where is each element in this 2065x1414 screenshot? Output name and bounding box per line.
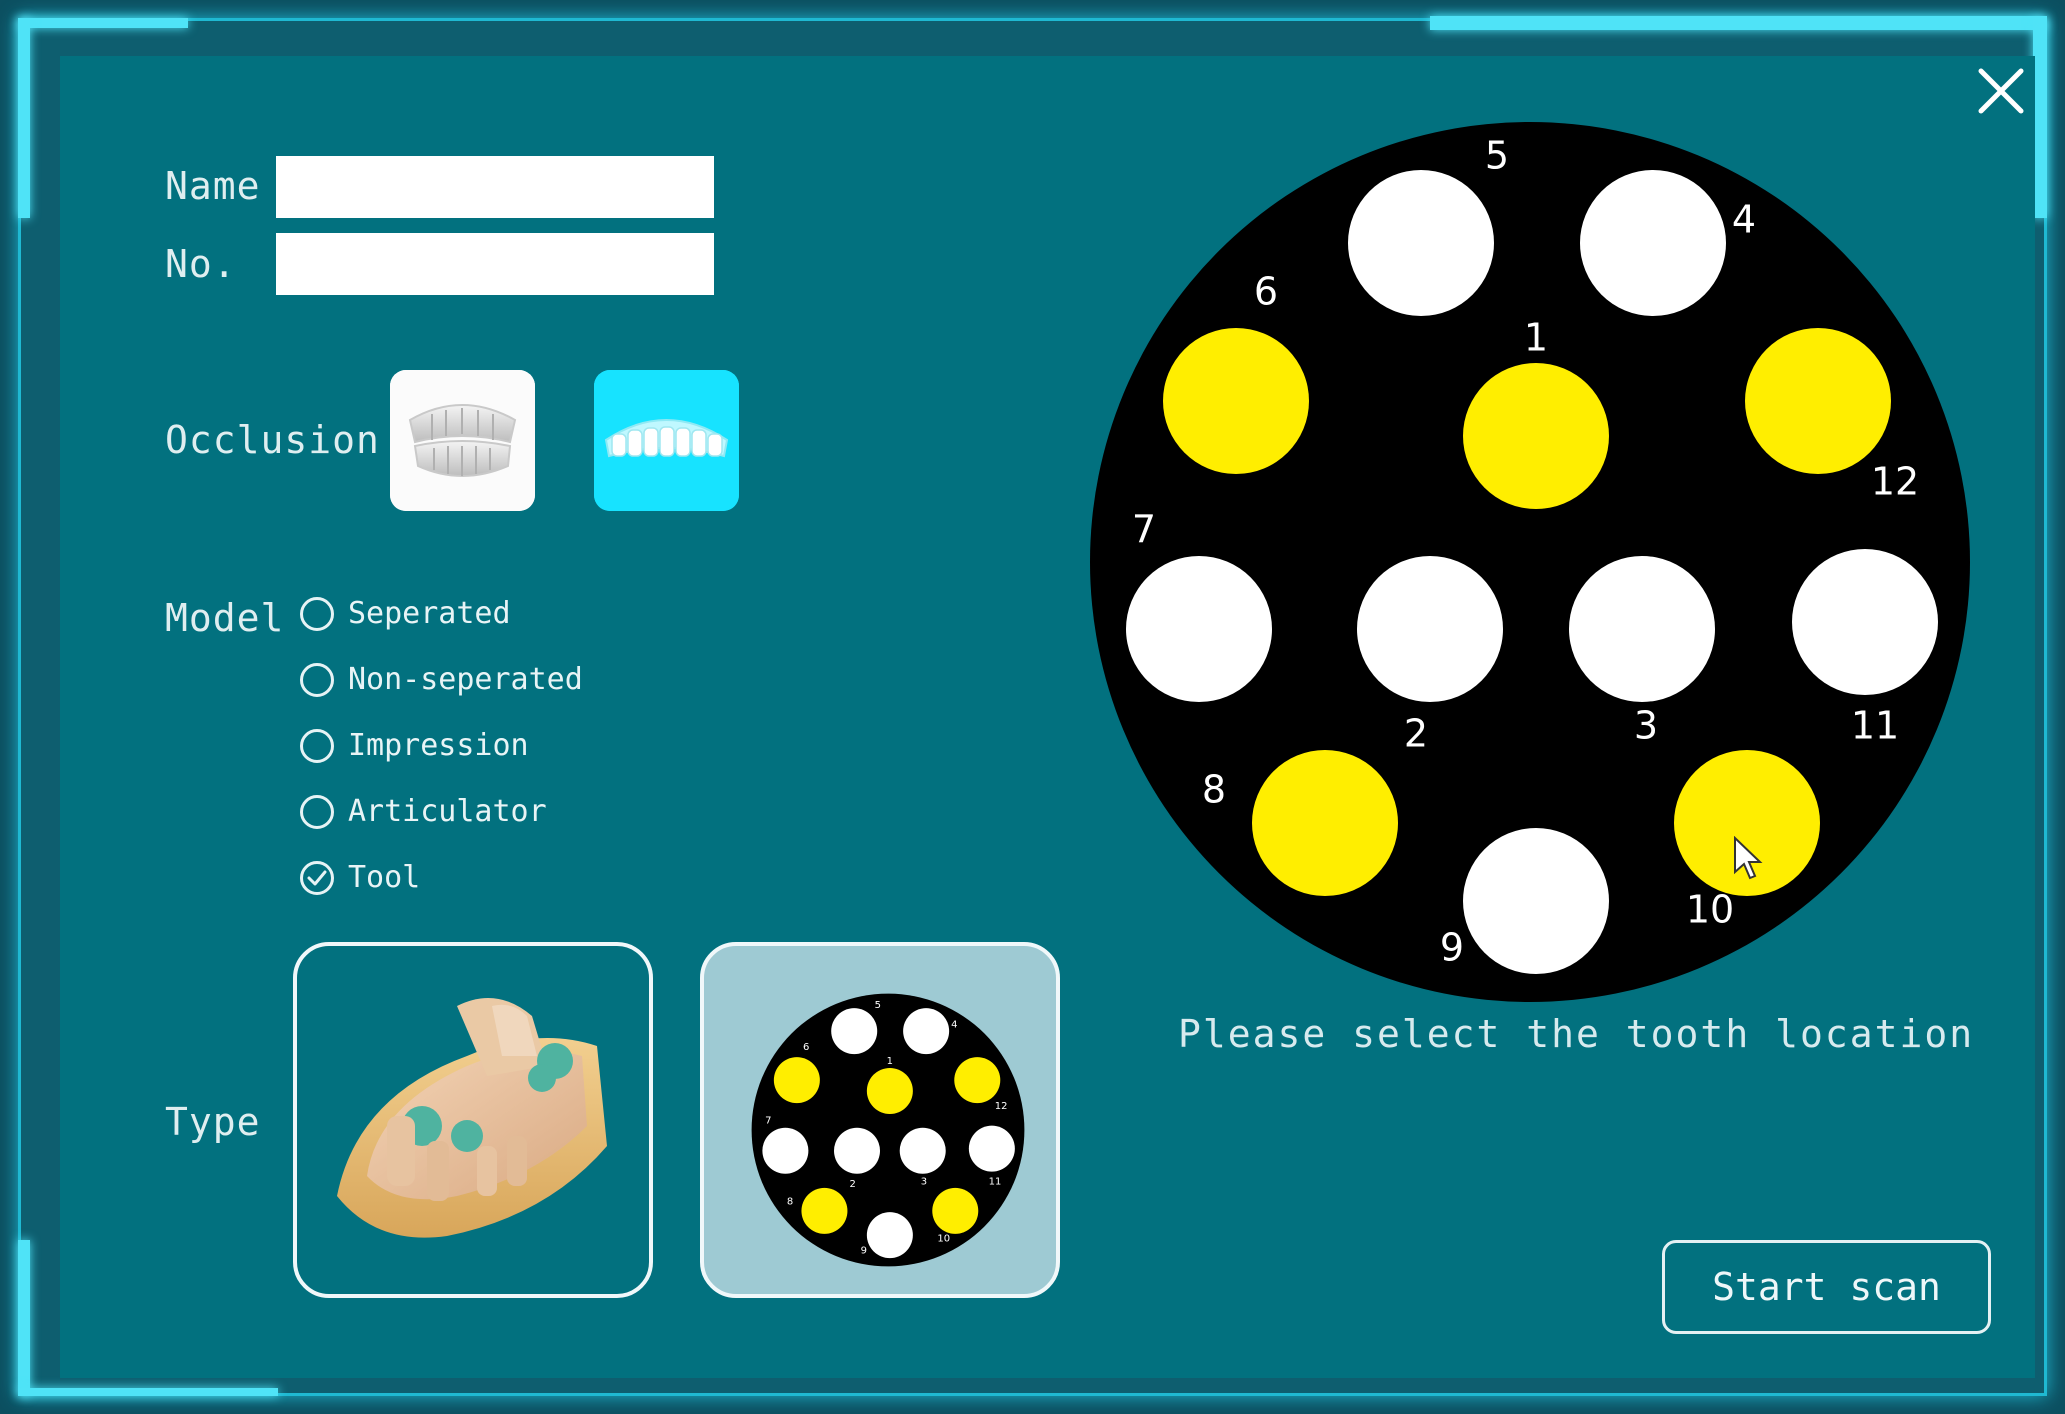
tooth-slot-1[interactable] [1463,363,1609,509]
tooth-slot-label-11: 11 [1851,704,1899,748]
tooth-slot-label-7: 7 [1132,508,1156,552]
tooth-slot-3[interactable] [1569,556,1715,702]
mini-slot-10 [932,1187,979,1234]
mini-slot-1 [866,1067,913,1114]
mini-slot-9 [866,1212,913,1259]
model-option-impression[interactable]: Impression [300,728,529,763]
frame-corner-decoration [1430,16,2047,30]
mini-slot-label-7: 7 [765,1116,771,1127]
model-option-label: Non-seperated [348,662,583,697]
tooth-slot-7[interactable] [1126,556,1272,702]
mini-slot-label-2: 2 [849,1179,855,1190]
model-option-articulator[interactable]: Articulator [300,794,547,829]
occlusion-upper-arch-button[interactable] [594,370,739,511]
mini-slot-12 [954,1057,1001,1104]
mini-slot-label-10: 10 [937,1234,950,1245]
mini-slot-label-6: 6 [803,1042,809,1053]
tooth-location-plate: 12 3456789101112 [1090,122,1970,1002]
number-input[interactable] [276,233,714,295]
tooth-slot-5[interactable] [1348,170,1494,316]
radio-checked-icon[interactable] [300,860,334,895]
mini-slot-label-4: 4 [951,1020,957,1031]
tooth-slot-label-5: 5 [1485,134,1509,178]
name-label: Name [165,164,261,208]
name-input[interactable] [276,156,714,218]
radio-unchecked-icon[interactable] [300,794,334,829]
frame-corner-decoration [18,18,30,218]
model-option-label: Tool [348,860,421,895]
mini-slot-label-8: 8 [787,1196,793,1207]
tooth-slot-label-2: 2 [1404,712,1428,756]
close-icon [1978,68,2024,114]
mini-slot-label-3: 3 [921,1176,927,1187]
tooth-slot-label-1: 1 [1524,316,1548,360]
frame-corner-decoration [18,1388,278,1396]
close-button[interactable] [1975,65,2027,117]
tooth-plate-icon: 12 3456789101112 [751,993,1025,1267]
mouse-cursor-icon [1734,836,1763,880]
model-option-label: Impression [348,728,529,763]
mini-slot-label-5: 5 [875,1000,881,1011]
frame-corner-decoration [2033,18,2047,218]
mini-slot-8 [801,1187,848,1234]
tooth-slot-label-12: 12 [1871,460,1919,504]
model-option-non-seperated[interactable]: Non-seperated [300,662,583,697]
model-option-tool[interactable]: Tool [300,860,420,895]
tooth-slot-label-3: 3 [1634,704,1658,748]
frame-corner-decoration [18,1240,30,1396]
tooth-slot-4[interactable] [1580,170,1726,316]
mini-slot-label-9: 9 [861,1245,867,1256]
occlusion-label: Occlusion [165,418,380,462]
model-option-label: Articulator [348,794,547,829]
tooth-slot-11[interactable] [1792,549,1938,695]
tooth-slot-label-4: 4 [1732,198,1756,242]
radio-unchecked-icon[interactable] [300,662,334,697]
mini-slot-11 [968,1125,1015,1172]
type-label: Type [165,1100,261,1144]
upper-arch-icon [594,370,739,511]
type-dental-model-card[interactable] [293,942,653,1298]
mini-slot-3 [899,1127,946,1174]
radio-unchecked-icon[interactable] [300,728,334,763]
mini-slot-label-11: 11 [989,1176,1002,1187]
occlusion-full-dentition-button[interactable] [390,370,535,511]
tooth-slot-9[interactable] [1463,828,1609,974]
mini-slot-label-1: 1 [887,1056,893,1067]
dental-model-icon [337,998,607,1238]
radio-unchecked-icon[interactable] [300,596,334,631]
mini-slot-2 [834,1127,880,1174]
tooth-slot-6[interactable] [1163,328,1309,474]
model-label: Model [165,596,285,640]
full-dentition-icon [390,370,535,511]
frame-corner-decoration [18,18,188,28]
tooth-slot-8[interactable] [1252,750,1398,896]
mini-slot-6 [773,1057,820,1104]
tooth-slot-label-10: 10 [1686,888,1734,932]
model-option-label: Seperated [348,596,511,631]
tooth-slot-label-9: 9 [1440,926,1464,970]
tooth-slot-label-6: 6 [1254,270,1278,314]
mini-slot-4 [903,1008,950,1055]
start-scan-button[interactable]: Start scan [1662,1240,1991,1334]
tooth-slot-2[interactable] [1357,556,1503,702]
tooth-slot-label-8: 8 [1202,768,1226,812]
type-tooth-plate-card[interactable]: 1 2 3 4 5 6 7 8 9 10 11 12 [700,942,1060,1298]
number-label: No. [165,242,237,286]
tooth-slot-12[interactable] [1745,328,1891,474]
mini-slot-7 [762,1127,809,1174]
mini-slot-5 [831,1008,878,1055]
tooth-location-hint: Please select the tooth location [1178,1012,1975,1056]
model-option-seperated[interactable]: Seperated [300,596,511,631]
mini-slot-label-12: 12 [995,1101,1008,1112]
